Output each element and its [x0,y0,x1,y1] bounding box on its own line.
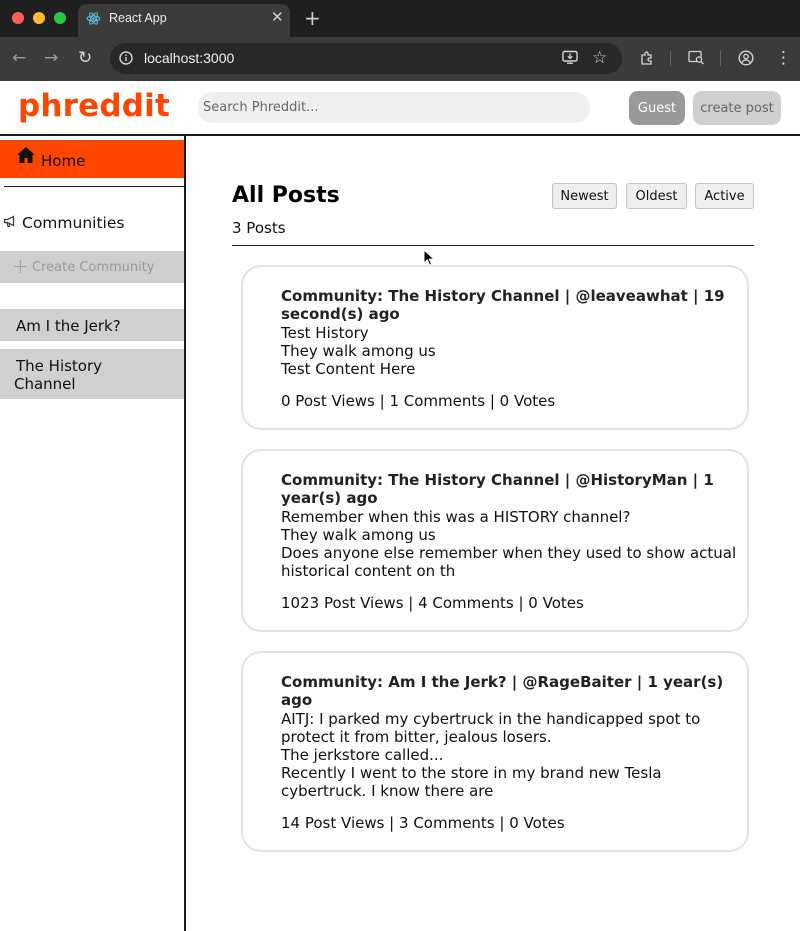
megaphone-icon [3,215,15,228]
window-maximize-dot[interactable] [54,12,66,24]
post-content: Recently I went to the store in my brand… [281,764,662,800]
posts-divider [232,245,754,247]
search-input[interactable] [198,92,590,123]
post-stats: 14 Post Views | 3 Comments | 0 Votes [281,814,565,832]
post-stats: 0 Post Views | 1 Comments | 0 Votes [281,392,556,410]
window-minimize-dot[interactable] [33,12,45,24]
home-icon [17,147,35,163]
toolbar-divider [720,51,721,66]
post-flair: They walk among us [281,526,436,544]
toolbar-divider [670,51,671,66]
tab-close-icon[interactable]: ✕ [271,8,284,26]
post-title[interactable]: Test History [281,324,741,342]
search-tabs-icon[interactable] [688,50,705,65]
post-meta: Community: The History Channel | @Histor… [281,471,714,507]
sidebar-divider [184,134,186,931]
post-count: 3 Posts [232,219,286,237]
post-content: Test Content Here [281,360,416,378]
menu-icon[interactable]: ⋮ [775,48,792,68]
sort-active-button[interactable]: Active [695,183,754,209]
bookmark-star-icon[interactable]: ☆ [592,48,607,68]
post-content: Does anyone else remember when they used… [281,544,737,580]
app-logo[interactable]: phreddit [18,88,170,124]
plus-icon: + [12,254,29,278]
create-community-label: Create Community [32,260,155,275]
header-divider [0,134,800,136]
post-flair: They walk among us [281,342,436,360]
guest-button[interactable]: Guest [629,91,685,125]
profile-icon[interactable] [738,50,754,66]
install-app-icon[interactable] [562,50,578,65]
post-flair: The jerkstore called... [281,746,444,764]
page-title: All Posts [232,183,340,208]
back-icon[interactable]: ← [12,48,26,68]
site-info-icon[interactable] [119,51,133,65]
sort-newest-button[interactable]: Newest [552,183,617,209]
sidebar-divider-line [4,186,184,188]
url-text[interactable]: localhost:3000 [144,50,234,66]
post-stats: 1023 Post Views | 4 Comments | 0 Votes [281,594,584,612]
post-meta: Community: The History Channel | @leavea… [281,287,725,323]
post-title[interactable]: AITJ: I parked my cybertruck in the hand… [281,710,721,746]
react-favicon-icon [86,12,101,25]
create-post-button[interactable]: create post [693,91,781,125]
forward-icon[interactable]: → [44,48,58,68]
window-close-dot[interactable] [12,12,24,24]
communities-heading: Communities [22,214,125,232]
reload-icon[interactable]: ↻ [78,48,92,68]
tab-title: React App [109,11,167,25]
extensions-icon[interactable] [639,50,655,66]
post-title[interactable]: Remember when this was a HISTORY channel… [281,508,741,526]
sort-oldest-button[interactable]: Oldest [626,183,687,209]
community-name: The History Channel [14,357,103,393]
new-tab-icon[interactable]: + [304,6,321,30]
community-name: Am I the Jerk? [16,317,121,335]
post-meta: Community: Am I the Jerk? | @RageBaiter … [281,673,724,709]
mouse-cursor-icon [423,249,435,266]
sidebar-item-home-label: Home [41,152,86,170]
